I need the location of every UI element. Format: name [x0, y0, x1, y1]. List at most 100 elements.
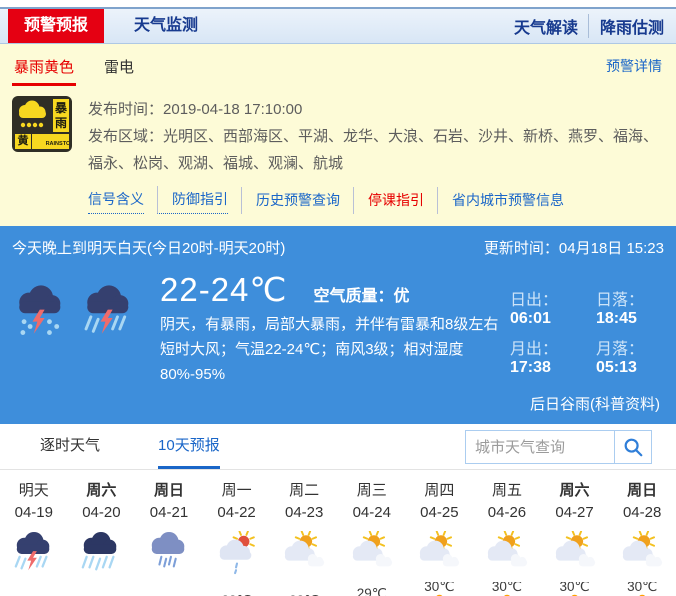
day-column[interactable]: 周三04-24: [338, 479, 406, 580]
warning-text: 发布时间：2019-04-18 17:10:00 发布区域：光明区、西部海区、平…: [88, 96, 662, 214]
sun-moon-value: 06:01: [510, 310, 551, 327]
day-date: 04-28: [608, 504, 676, 531]
weather-icon-partly-cloudy: [416, 531, 462, 575]
warning-links: 信号含义防御指引历史预警查询停课指引省内城市预警信息: [88, 186, 662, 214]
air-quality: 空气质量：优: [313, 282, 409, 306]
publish-time-label: 发布时间：: [88, 101, 163, 118]
forecast-detail: 22-24℃ 空气质量：优 阴天，有暴雨，局部大暴雨，并伴有雷暴和8级左右短时大…: [160, 270, 510, 387]
publish-area-value: 光明区、西部海区、平湖、龙华、大浪、石岩、沙井、新桥、燕罗、福海、福永、松岗、观…: [88, 128, 658, 172]
temperature-trend-chart: 24℃25℃26℃28℃28℃29℃30℃30℃30℃30℃22℃21℃22℃2…: [0, 582, 676, 596]
sun-moon-item: 月出：17:38: [510, 335, 576, 377]
weather-icon-partly-cloudy: [281, 531, 327, 575]
warning-link[interactable]: 停课指引: [353, 187, 424, 214]
day-column[interactable]: 周二04-23: [270, 479, 338, 580]
weather-icon-heavy-rain: [78, 531, 124, 575]
weather-icon-shower-sun: [214, 531, 260, 575]
weather-icon-partly-cloudy: [484, 531, 530, 575]
sun-moon-item: 日出：06:01: [510, 286, 576, 328]
sun-moon-label: 月出：: [510, 341, 558, 358]
top-nav-link[interactable]: 天气解读: [514, 14, 578, 38]
warning-link[interactable]: 防御指引: [157, 186, 228, 214]
tab-weather-monitoring[interactable]: 天气监测: [134, 9, 198, 43]
day-name: 周日: [135, 479, 203, 504]
day-name: 周三: [338, 479, 406, 504]
update-time: 更新时间：04月18日 15:23: [484, 237, 664, 258]
search-icon: [622, 436, 644, 458]
day-date: 04-20: [68, 504, 136, 531]
sun-moon-label: 日落：: [596, 292, 644, 309]
tab-warning-forecast[interactable]: 预警预报: [8, 9, 104, 43]
weather-icon-thunderstorm: [80, 284, 138, 340]
sun-moon-times: 日出：06:01 日落：18:45 月出：17:38 月落：05:13: [510, 270, 664, 387]
tab-hourly-weather[interactable]: 逐时天气: [40, 424, 100, 469]
air-quality-value: 优: [393, 288, 409, 305]
day-name: 周六: [68, 479, 136, 504]
day-column[interactable]: 周一04-22: [203, 479, 271, 580]
weather-icon-partly-cloudy: [349, 531, 395, 575]
day-column[interactable]: 周日04-28: [608, 479, 676, 580]
day-icon: [541, 531, 609, 580]
city-weather-search: [465, 430, 652, 464]
forecast-main: 22-24℃ 空气质量：优 阴天，有暴雨，局部大暴雨，并伴有雷暴和8级左右短时大…: [0, 264, 676, 387]
tab-lightning[interactable]: 雷电: [102, 46, 136, 86]
publish-area-line: 发布区域：光明区、西部海区、平湖、龙华、大浪、石岩、沙井、新桥、燕罗、福海、福永…: [88, 123, 662, 177]
top-nav-link[interactable]: 降雨估测: [588, 14, 664, 38]
day-date: 04-22: [203, 504, 271, 531]
day-name: 周五: [473, 479, 541, 504]
day-name: 周一: [203, 479, 271, 504]
weather-icon-partly-cloudy: [552, 531, 598, 575]
warning-body: 暴雨 黄 RAINSTORM 发布时间：2019-04-18 17:10:00 …: [0, 86, 676, 214]
sun-moon-label: 日出：: [510, 292, 558, 309]
weather-icon-partly-cloudy: [619, 531, 665, 575]
forecast-period: 今天晚上到明天白天(今日20时-明天20时): [12, 237, 285, 258]
publish-area-label: 发布区域：: [88, 128, 163, 145]
forecast-header: 今天晚上到明天白天(今日20时-明天20时) 更新时间：04月18日 15:23: [0, 232, 676, 264]
signal-cloud-icon: [15, 99, 51, 132]
warning-link[interactable]: 信号含义: [88, 186, 144, 214]
rainstorm-yellow-signal-icon: 暴雨 黄 RAINSTORM: [12, 96, 72, 152]
day-column[interactable]: 周四04-25: [406, 479, 474, 580]
day-icon: [608, 531, 676, 580]
tab-ten-day-forecast[interactable]: 10天预报: [158, 424, 220, 469]
almanac-link[interactable]: 后日谷雨(科普资料): [530, 396, 660, 413]
weather-warning-page: 预警预报 天气监测 天气解读降雨估测 暴雨黄色 雷电 预警详情 暴雨 黄 RA: [0, 0, 676, 596]
day-date: 04-24: [338, 504, 406, 531]
signal-level: 黄: [15, 134, 31, 149]
temperature-range: 22-24℃: [160, 270, 287, 309]
temp-row: 22-24℃ 空气质量：优: [160, 270, 510, 309]
day-column[interactable]: 周六04-27: [541, 479, 609, 580]
warning-panel: 暴雨黄色 雷电 预警详情 暴雨 黄 RAINSTORM 发布时间：20: [0, 44, 676, 226]
current-weather-icons: [12, 270, 160, 387]
high-temp-label: 30℃: [424, 582, 454, 594]
day-column[interactable]: 周日04-21: [135, 479, 203, 580]
top-nav: 预警预报 天气监测 天气解读降雨估测: [0, 7, 676, 44]
day-column[interactable]: 周五04-26: [473, 479, 541, 580]
day-name: 周六: [541, 479, 609, 504]
day-name: 周二: [270, 479, 338, 504]
forecast-tabbar: 逐时天气 10天预报: [0, 424, 676, 470]
warning-link[interactable]: 历史预警查询: [241, 187, 340, 214]
high-temp-label: 30℃: [560, 582, 590, 594]
day-icon: [68, 531, 136, 580]
day-date: 04-27: [541, 504, 609, 531]
current-forecast-panel: 今天晚上到明天白天(今日20时-明天20时) 更新时间：04月18日 15:23…: [0, 226, 676, 424]
day-date: 04-25: [406, 504, 474, 531]
ten-day-strip: 明天04-19周六04-20周日04-21周一04-22周二04-23周三04-…: [0, 470, 676, 580]
day-icon: [0, 531, 68, 580]
day-column[interactable]: 周六04-20: [68, 479, 136, 580]
high-temp-label: 30℃: [492, 582, 522, 594]
warning-detail-link[interactable]: 预警详情: [606, 56, 662, 86]
day-icon: [135, 531, 203, 580]
weather-description: 阴天，有暴雨，局部大暴雨，并伴有雷暴和8级左右短时大风；气温22-24℃；南风3…: [160, 312, 510, 387]
signal-name-en: RAINSTORM: [32, 134, 69, 149]
day-date: 04-21: [135, 504, 203, 531]
search-input[interactable]: [465, 430, 615, 464]
signal-name-en-text: RAINSTORM: [46, 139, 69, 147]
day-name: 明天: [0, 479, 68, 504]
tab-rainstorm-yellow[interactable]: 暴雨黄色: [12, 46, 76, 86]
day-column[interactable]: 明天04-19: [0, 479, 68, 580]
search-button[interactable]: [614, 430, 652, 464]
sun-moon-item: 日落：18:45: [596, 286, 662, 328]
sun-moon-item: 月落：05:13: [596, 335, 662, 377]
warning-link[interactable]: 省内城市预警信息: [437, 187, 564, 214]
